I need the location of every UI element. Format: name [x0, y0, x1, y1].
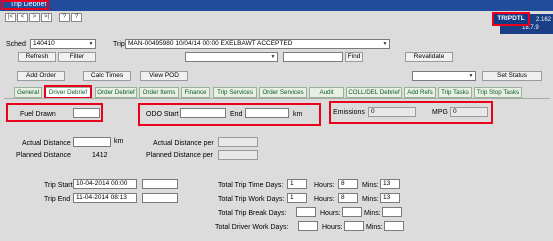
query-button[interactable]: ?: [71, 13, 82, 22]
sched-label: Sched: [6, 41, 26, 48]
screen-code: TRIPDTL: [492, 12, 530, 26]
odo-end-label: End: [230, 111, 243, 118]
tab-order-items[interactable]: Order Items: [139, 87, 179, 98]
trip-start-label: Trip Start: [44, 182, 73, 189]
find-input[interactable]: [283, 52, 343, 62]
trip-end-label: Trip End: [44, 196, 71, 203]
total-trip-break-hours[interactable]: [342, 207, 362, 217]
trip-end-input[interactable]: 11-04-2014 08:13: [73, 193, 137, 203]
refresh-button[interactable]: Refresh: [18, 52, 56, 62]
total-trip-time-label: Total Trip Time: [218, 182, 264, 189]
total-trip-break-days[interactable]: [296, 207, 316, 217]
hours-label: Hours:: [314, 196, 335, 203]
tab-general[interactable]: General: [14, 87, 42, 98]
actual-distance-unit: km: [114, 138, 124, 145]
trip-end-extra-input[interactable]: [142, 193, 178, 203]
days-label: Days:: [268, 210, 287, 217]
version-line-1: 2.162: [536, 17, 552, 23]
find-field-select[interactable]: ▼: [185, 52, 278, 62]
chevron-down-icon: ▼: [270, 54, 276, 60]
hours-label: Hours:: [314, 182, 335, 189]
total-trip-time-mins[interactable]: 13: [380, 179, 400, 189]
tab-order-services[interactable]: Order Services: [259, 87, 307, 98]
help-button[interactable]: ?: [59, 13, 70, 22]
sched-select[interactable]: 140410 ▼: [30, 39, 96, 49]
add-order-button[interactable]: Add Order: [17, 71, 65, 81]
total-trip-break-mins[interactable]: [382, 207, 402, 217]
title-bar: Trip Debrief: [0, 0, 553, 11]
tab-audit[interactable]: Audit: [309, 87, 344, 98]
trip-select[interactable]: MAN-00495980 10/04/14 00:00 EXELBAWT ACC…: [125, 39, 390, 49]
days-label: Days:: [270, 224, 289, 231]
first-record-button[interactable]: |<: [5, 13, 16, 22]
emissions-label: Emissions: [333, 109, 365, 116]
odo-end-input[interactable]: [245, 108, 289, 118]
planned-distance-label: Planned Distance: [16, 152, 71, 159]
trip-start-input[interactable]: 10-04-2014 00:00: [73, 179, 137, 189]
title-highlight-box: [1, 0, 49, 10]
mpg-value: 0: [450, 107, 488, 117]
tab-finance[interactable]: Finance: [181, 87, 210, 98]
view-pod-button[interactable]: View POD: [140, 71, 188, 81]
mins-label: Mins:: [362, 196, 379, 203]
last-record-button[interactable]: >|: [41, 13, 52, 22]
filter-button[interactable]: Filter: [58, 52, 96, 62]
sched-value: 140410: [33, 40, 55, 47]
mins-label: Mins:: [362, 182, 379, 189]
driver-debrief-tab-highlight: [44, 85, 92, 99]
total-trip-break-label: Total Trip Break: [218, 210, 267, 217]
total-driver-work-label: Total Driver Work: [215, 224, 269, 231]
mins-label: Mins:: [366, 224, 383, 231]
trip-start-extra-input[interactable]: [142, 179, 178, 189]
total-trip-work-mins[interactable]: 13: [380, 193, 400, 203]
tab-trip-stop-tasks[interactable]: Trip Stop Tasks: [474, 87, 522, 98]
total-driver-work-mins[interactable]: [384, 221, 404, 231]
tab-coll-del-debrief[interactable]: COLL/DEL Debrief: [346, 87, 402, 98]
tab-trip-services[interactable]: Trip Services: [213, 87, 257, 98]
tab-add-refs[interactable]: Add Refs: [404, 87, 436, 98]
total-trip-work-days[interactable]: 1: [287, 193, 307, 203]
trip-value: MAN-00495980 10/04/14 00:00 EXELBAWT ACC…: [128, 40, 293, 47]
status-select[interactable]: ▼: [412, 71, 476, 81]
actual-distance-per-label: Actual Distance per: [153, 140, 214, 147]
calc-times-button[interactable]: Calc Times: [83, 71, 131, 81]
total-trip-time-hours[interactable]: 8: [338, 179, 358, 189]
total-driver-work-days[interactable]: [298, 221, 318, 231]
total-trip-work-hours[interactable]: 8: [338, 193, 358, 203]
planned-distance-per-label: Planned Distance per: [146, 152, 213, 159]
mins-label: Mins:: [364, 210, 381, 217]
odo-start-label: ODO Start: [146, 111, 179, 118]
fuel-drawn-label: Fuel Drawn: [20, 111, 56, 118]
hours-label: Hours:: [322, 224, 343, 231]
total-trip-time-days[interactable]: 1: [287, 179, 307, 189]
chevron-down-icon: ▼: [382, 41, 388, 47]
tab-order-debrief[interactable]: Order Debrief: [95, 87, 137, 98]
planned-distance-per-value: [218, 150, 258, 160]
fuel-drawn-input[interactable]: [73, 108, 100, 118]
set-status-button[interactable]: Set Status: [482, 71, 542, 81]
next-record-button[interactable]: >: [29, 13, 40, 22]
days-label: Days:: [266, 196, 285, 203]
hours-label: Hours:: [320, 210, 341, 217]
chevron-down-icon: ▼: [88, 41, 94, 47]
actual-distance-per-value: [218, 137, 258, 147]
revalidate-button[interactable]: Revalidate: [405, 52, 453, 62]
total-driver-work-hours[interactable]: [344, 221, 364, 231]
actual-distance-input[interactable]: [73, 137, 111, 147]
trip-label: Trip: [113, 41, 125, 48]
planned-distance-value: 1412: [92, 152, 108, 159]
tab-trip-tasks[interactable]: Trip Tasks: [438, 87, 472, 98]
total-trip-work-label: Total Trip Work: [218, 196, 265, 203]
emissions-value: 0: [368, 107, 416, 117]
odo-unit: km: [293, 111, 303, 118]
mpg-label: MPG: [432, 109, 448, 116]
chevron-down-icon: ▼: [468, 73, 474, 79]
odo-start-input[interactable]: [180, 108, 226, 118]
days-label: Days:: [265, 182, 284, 189]
actual-distance-label: Actual Distance: [22, 140, 71, 147]
prev-record-button[interactable]: <: [17, 13, 28, 22]
find-button[interactable]: Find: [345, 52, 363, 62]
